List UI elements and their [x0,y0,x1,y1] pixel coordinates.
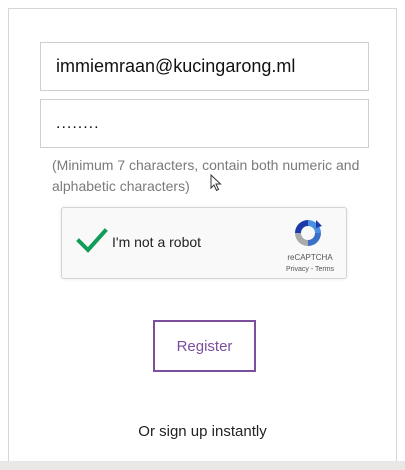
email-field[interactable] [41,43,368,90]
register-button[interactable]: Register [153,320,256,372]
checkmark-icon[interactable] [76,226,108,256]
bottom-bar [0,461,405,470]
recaptcha-widget: I'm not a robot reCAPTCHA Privacy - Term… [61,207,347,279]
email-field-wrapper [40,42,369,91]
recaptcha-logo-icon [295,220,322,246]
mouse-cursor-icon [210,174,222,192]
recaptcha-brand: reCAPTCHA [287,253,333,262]
captcha-label: I'm not a robot [112,234,202,250]
recaptcha-privacy-terms-link[interactable]: Privacy - Terms [280,266,340,273]
password-field-wrapper [40,99,369,148]
password-field[interactable] [41,100,368,147]
alt-signup-text: Or sign up instantly [138,423,267,440]
